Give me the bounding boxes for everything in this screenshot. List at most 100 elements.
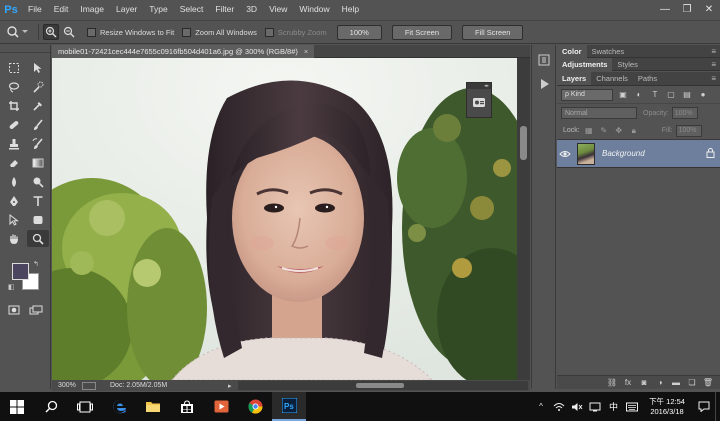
vertical-scrollbar[interactable] <box>517 58 530 380</box>
fit-screen-button[interactable]: Fit Screen <box>391 24 453 40</box>
minimize-button[interactable]: — <box>654 0 676 19</box>
panel-grip[interactable] <box>0 45 50 53</box>
blend-mode-select[interactable]: Normal <box>561 107 637 119</box>
zoom-icon[interactable] <box>6 23 34 41</box>
menu-select[interactable]: Select <box>174 0 210 19</box>
quick-mask-icon[interactable] <box>6 301 22 318</box>
layer-kind-select[interactable]: ρ Kind <box>561 88 613 101</box>
history-brush-tool-icon[interactable] <box>27 135 49 152</box>
hand-tool-icon[interactable] <box>3 230 25 247</box>
close-button[interactable]: ✕ <box>698 0 720 19</box>
restore-button[interactable]: ❐ <box>676 0 698 19</box>
horizontal-scrollbar[interactable] <box>238 381 528 390</box>
document-tab[interactable]: mobile01-72421cec444e7655c0916fb504d401a… <box>52 45 315 58</box>
show-hidden-icons-icon[interactable]: ^ <box>534 402 548 411</box>
tab-channels[interactable]: Channels <box>591 72 633 85</box>
file-explorer-icon[interactable] <box>136 392 170 421</box>
lock-image-icon[interactable]: ✎ <box>598 125 610 137</box>
vertical-scrollbar-thumb[interactable] <box>520 126 527 160</box>
quick-selection-tool-icon[interactable] <box>27 78 49 95</box>
lasso-tool-icon[interactable] <box>3 78 25 95</box>
checkbox-box[interactable] <box>264 27 274 37</box>
opacity-field[interactable]: 100% <box>671 107 698 119</box>
close-document-icon[interactable]: × <box>304 47 308 56</box>
layer-style-icon[interactable]: fx <box>620 377 636 389</box>
move-tool-icon[interactable] <box>27 59 49 76</box>
blur-tool-icon[interactable] <box>3 173 25 190</box>
link-layers-icon[interactable]: ⛓ <box>604 377 620 389</box>
tab-layers[interactable]: Layers <box>557 72 592 85</box>
clone-stamp-tool-icon[interactable] <box>3 135 25 152</box>
new-adjustment-layer-icon[interactable]: ◑ <box>652 377 668 389</box>
crop-tool-icon[interactable] <box>3 97 25 114</box>
keyboard-icon[interactable] <box>625 402 639 412</box>
status-info-icon[interactable] <box>82 381 96 390</box>
default-colors-icon[interactable]: ◧ <box>8 283 15 291</box>
volume-icon[interactable] <box>570 402 584 412</box>
add-mask-icon[interactable]: ◙ <box>636 377 652 389</box>
lock-position-icon[interactable]: ✥ <box>613 125 625 137</box>
zoom-in-icon[interactable] <box>43 24 59 40</box>
zoom-out-icon[interactable] <box>61 24 77 40</box>
task-view-icon[interactable] <box>68 392 102 421</box>
zoom-level[interactable]: 300% <box>52 382 82 389</box>
fill-screen-button[interactable]: Fill Screen <box>462 24 524 40</box>
menu-edit[interactable]: Edit <box>48 0 75 19</box>
healing-brush-tool-icon[interactable] <box>3 116 25 133</box>
resize-windows-checkbox[interactable]: Resize Windows to Fit <box>87 27 174 37</box>
layer-row[interactable]: Background <box>557 140 720 168</box>
media-player-icon[interactable] <box>204 392 238 421</box>
tab-color[interactable]: Color <box>557 44 587 58</box>
menu-help[interactable]: Help <box>336 0 365 19</box>
mini-panel-header[interactable]: ◂▸ <box>467 83 491 89</box>
properties-icon[interactable] <box>471 94 487 110</box>
eyedropper-tool-icon[interactable] <box>27 97 49 114</box>
panel-menu-icon[interactable]: ≡ <box>711 60 720 69</box>
path-selection-tool-icon[interactable] <box>3 211 25 228</box>
zoom-all-windows-checkbox[interactable]: Zoom All Windows <box>182 27 257 37</box>
marquee-tool-icon[interactable] <box>3 59 25 76</box>
input-method-indicator[interactable]: 中 <box>609 400 618 413</box>
lock-transparent-icon[interactable]: ▦ <box>583 125 595 137</box>
screen-icon[interactable] <box>588 402 602 412</box>
layer-thumbnail[interactable] <box>577 142 595 165</box>
taskbar-clock[interactable]: 下午 12:54 2016/3/18 <box>641 397 693 417</box>
tab-adjustments[interactable]: Adjustments <box>557 57 613 71</box>
eraser-tool-icon[interactable] <box>3 154 25 171</box>
new-layer-icon[interactable]: ❏ <box>684 377 700 389</box>
layer-name[interactable]: Background <box>602 149 706 158</box>
tab-styles[interactable]: Styles <box>612 58 642 71</box>
lock-all-icon[interactable]: 🔒︎ <box>628 125 640 137</box>
tab-paths[interactable]: Paths <box>633 72 662 85</box>
smart-object-filter-icon[interactable]: ▤ <box>681 89 693 101</box>
pixel-filter-icon[interactable]: ▣ <box>617 89 629 101</box>
menu-type[interactable]: Type <box>143 0 173 19</box>
zoom-tool-icon[interactable] <box>27 230 49 247</box>
panel-menu-icon[interactable]: ≡ <box>711 74 720 83</box>
windows-store-icon[interactable] <box>170 392 204 421</box>
menu-window[interactable]: Window <box>293 0 335 19</box>
type-filter-icon[interactable]: T <box>649 89 661 101</box>
menu-layer[interactable]: Layer <box>110 0 143 19</box>
action-center-icon[interactable] <box>693 401 715 412</box>
zoom-100-button[interactable]: 100% <box>336 24 382 40</box>
windows-start-icon[interactable] <box>0 392 34 421</box>
edge-browser-icon[interactable] <box>102 392 136 421</box>
visibility-eye-icon[interactable] <box>557 150 573 158</box>
pen-tool-icon[interactable] <box>3 192 25 209</box>
delete-layer-icon[interactable]: 🗑︎ <box>700 377 716 389</box>
dodge-tool-icon[interactable] <box>27 173 49 190</box>
gradient-tool-icon[interactable] <box>27 154 49 171</box>
type-tool-icon[interactable] <box>27 192 49 209</box>
scrubby-zoom-checkbox[interactable]: Scrubby Zoom <box>264 27 327 37</box>
status-menu-arrow-icon[interactable]: ▸ <box>228 382 238 390</box>
brush-tool-icon[interactable] <box>27 116 49 133</box>
chrome-icon[interactable] <box>238 392 272 421</box>
adjustment-filter-icon[interactable]: ◐ <box>633 89 645 101</box>
document-canvas[interactable] <box>52 58 517 380</box>
new-group-icon[interactable]: ▬ <box>668 377 684 389</box>
search-icon[interactable] <box>34 392 68 421</box>
actions-panel-icon[interactable] <box>532 75 556 93</box>
tab-swatches[interactable]: Swatches <box>587 45 630 58</box>
menu-filter[interactable]: Filter <box>209 0 240 19</box>
